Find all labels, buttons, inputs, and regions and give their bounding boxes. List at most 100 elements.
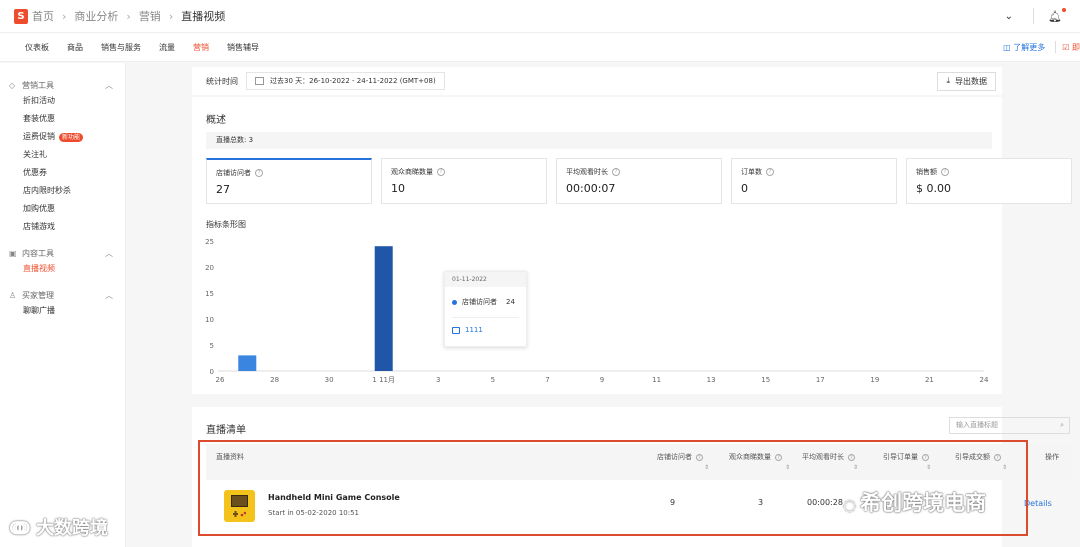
tab-bar-right: ◫ 了解更多 ☑ 即 <box>1003 41 1080 53</box>
chevron-right-icon: › <box>62 9 67 23</box>
tooltip-series-name: 店铺访问者 <box>462 298 497 306</box>
tooltip-live-link[interactable]: 1111 <box>445 326 526 334</box>
learn-more-link[interactable]: ◫ 了解更多 <box>1003 42 1045 53</box>
chart-bar <box>238 355 257 371</box>
details-link[interactable]: Details <box>1024 499 1052 508</box>
content-icon: ▣ <box>9 248 17 258</box>
y-tick-label: 5 <box>210 342 214 350</box>
breadcrumb: 首页 › 商业分析 › 营销 › 直播视频 <box>32 8 225 24</box>
x-tick-label: 3 <box>436 376 440 384</box>
y-tick-label: 0 <box>210 368 214 376</box>
breadcrumb-home[interactable]: 首页 <box>32 8 54 24</box>
top-right-tools: ⌄ 🔔︎ <box>1005 7 1066 24</box>
x-tick-label: 21 <box>925 376 934 384</box>
shopee-logo[interactable]: S <box>14 8 28 24</box>
notification-dot <box>1062 7 1066 12</box>
sidebar-item-chat-broadcast[interactable]: 聊聊广播 <box>0 302 125 320</box>
tag-icon: ◇ <box>9 80 16 90</box>
bell-icon[interactable]: 🔔︎ <box>1048 7 1066 23</box>
x-tick-label: 15 <box>761 376 770 384</box>
x-tick-label: 7 <box>545 376 549 384</box>
search-placeholder: 输入直播标题 <box>956 421 998 429</box>
overview-card: 概述 直播总数: 3 店铺访问者? 27 观众商睇数量? 10 平均观看时长? … <box>192 97 1072 394</box>
x-tick-label: 11 <box>652 376 661 384</box>
sidebar-item-discount[interactable]: 折扣活动 <box>0 92 125 110</box>
breadcrumb-marketing[interactable]: 营销 <box>139 8 161 24</box>
sidebar-section-buyer-management[interactable]: ♙ 买家管理 ︿ <box>0 288 125 302</box>
sidebar-item-shipping-promo[interactable]: 运费促销 新功能 <box>0 128 125 146</box>
tab-dashboard[interactable]: 仪表板 <box>16 42 58 53</box>
watermark-right-text: 希创跨境电商 <box>860 491 987 515</box>
tab-traffic[interactable]: 流量 <box>150 42 184 53</box>
date-range-picker[interactable]: 过去30 天：26-10-2022 - 24-11-2022 (GMT+08) <box>246 72 445 90</box>
stat-period-bar: 统计时间 过去30 天：26-10-2022 - 24-11-2022 (GMT… <box>192 67 1002 95</box>
tab-marketing[interactable]: 营销 <box>184 42 218 53</box>
sidebar-item-shop-game[interactable]: 店铺游戏 <box>0 218 125 236</box>
sidebar-item-live-video[interactable]: 直播视频 <box>0 260 125 278</box>
sidebar-item-vouchers[interactable]: 优惠券 <box>0 164 125 182</box>
learn-more-label: 了解更多 <box>1013 42 1046 52</box>
x-tick-label: 5 <box>491 376 495 384</box>
chevron-down-icon[interactable]: ⌄ <box>1005 11 1013 22</box>
chart-bar <box>374 246 393 371</box>
tab-sales-service[interactable]: 销售与服务 <box>92 42 150 53</box>
sidebar-section-marketing-tools[interactable]: ◇ 营销工具 ︿ <box>0 78 125 92</box>
video-icon <box>452 326 460 334</box>
watermark-left: ↈ 大数跨境 <box>10 514 108 540</box>
export-data-button[interactable]: ⤓ 导出数据 <box>937 71 996 91</box>
analytics-tab-bar: 仪表板 商品 销售与服务 流量 营销 销售辅导 ◫ 了解更多 ☑ 即 <box>0 33 1080 62</box>
tooltip-series-value: 24 <box>506 298 515 306</box>
search-icon[interactable]: ⌕ <box>1060 418 1064 433</box>
section-title: 营销工具 <box>22 80 54 90</box>
sidebar-item-follow-prize[interactable]: 关注礼 <box>0 146 125 164</box>
sidebar-item-label: 运费促销 <box>23 132 55 141</box>
breadcrumb-current: 直播视频 <box>181 10 226 23</box>
tab-products[interactable]: 商品 <box>58 42 92 53</box>
watermark-icon: ↈ <box>10 518 30 539</box>
breadcrumb-business-analysis[interactable]: 商业分析 <box>74 8 118 24</box>
calendar-icon <box>255 77 264 85</box>
bar-chart: 0 5 10 15 20 25 26 28 30 1 11月 3 5 7 9 11 13 15 17 19 21 24 <box>205 238 989 384</box>
chart-tooltip: 01-11-2022 店铺访问者 24 1111 <box>444 271 527 347</box>
x-tick-label: 24 <box>980 376 989 384</box>
divider <box>1033 8 1035 24</box>
user-icon: ♙ <box>9 290 17 300</box>
chevron-up-icon: ︿ <box>105 80 113 90</box>
sidebar: ◇ 营销工具 ︿ 折扣活动 套装优惠 运费促销 新功能 关注礼 优惠券 店内限时… <box>0 63 126 547</box>
chevron-right-icon: › <box>168 9 174 23</box>
sidebar-section-content-tools[interactable]: ▣ 内容工具 ︿ <box>0 246 125 260</box>
tab-sales-coaching[interactable]: 销售辅导 <box>218 42 268 53</box>
stat-period-label: 统计时间 <box>206 76 238 86</box>
watermark-right: ◌ 希创跨境电商 <box>843 487 986 517</box>
x-tick-label: 17 <box>816 376 825 384</box>
divider <box>1055 41 1057 53</box>
watermark-left-text: 大数跨境 <box>35 518 108 539</box>
x-tick-label: 19 <box>870 376 879 384</box>
y-tick-label: 15 <box>205 290 214 298</box>
live-list-title: 直播清单 <box>206 425 246 436</box>
y-tick-label: 25 <box>205 238 214 246</box>
x-tick-label: 9 <box>600 376 604 384</box>
sidebar-item-add-on-deal[interactable]: 加购优惠 <box>0 200 125 218</box>
sidebar-item-bundle[interactable]: 套装优惠 <box>0 110 125 128</box>
section-title: 内容工具 <box>22 248 54 258</box>
series-dot <box>452 299 457 305</box>
tooltip-link-label: 1111 <box>465 326 483 334</box>
y-tick-label: 10 <box>205 316 214 324</box>
chevron-right-icon: › <box>126 9 131 23</box>
sidebar-item-flash-sale[interactable]: 店内限时秒杀 <box>0 182 125 200</box>
divider <box>452 317 519 318</box>
export-label: 导出数据 <box>955 76 987 86</box>
feedback-link[interactable]: ☑ 即 <box>1062 42 1080 53</box>
x-tick-label: 30 <box>325 376 334 384</box>
date-range-value: 过去30 天：26-10-2022 - 24-11-2022 (GMT+08) <box>270 77 436 85</box>
x-tick-label: 1 11月 <box>372 376 395 384</box>
live-search-input[interactable]: 输入直播标题 ⌕ <box>949 417 1070 434</box>
chevron-up-icon: ︿ <box>105 248 113 258</box>
new-feature-badge: 新功能 <box>59 132 84 142</box>
top-bar: S 首页 › 商业分析 › 营销 › 直播视频 ⌄ 🔔︎ <box>0 0 1080 33</box>
chevron-up-icon: ︿ <box>105 290 113 300</box>
col-action: 操作 <box>1045 453 1059 461</box>
